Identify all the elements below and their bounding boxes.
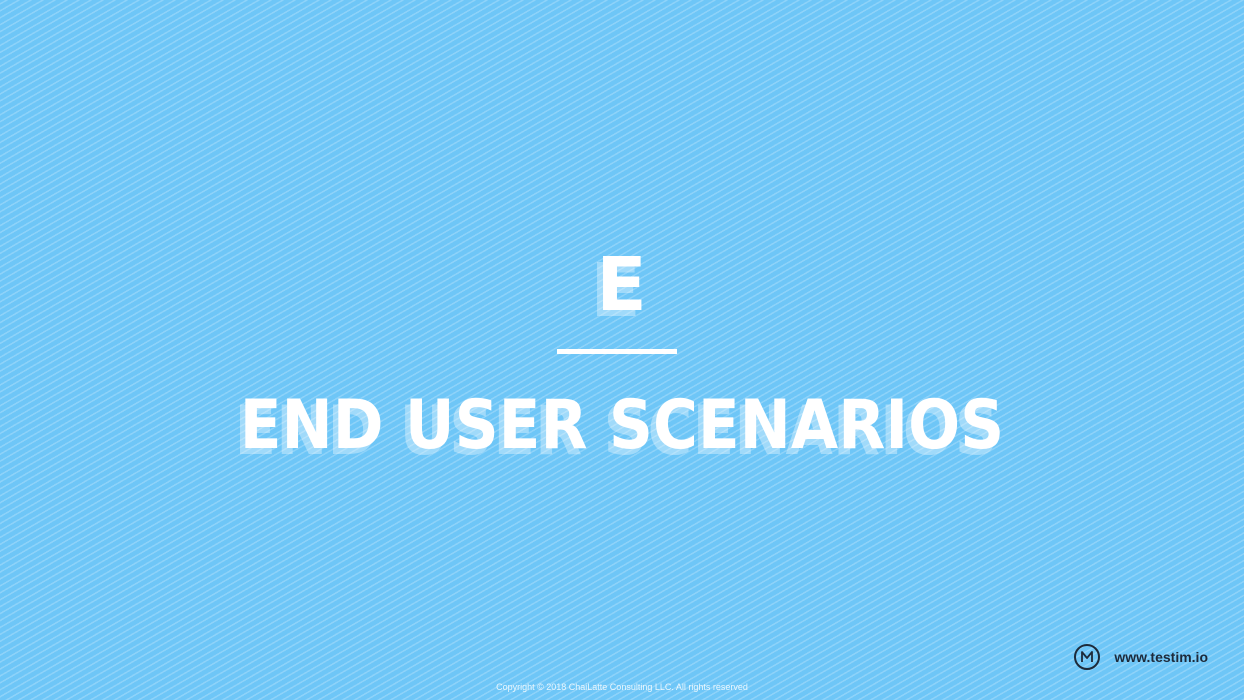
testim-logo-icon xyxy=(1074,644,1101,670)
divider xyxy=(557,349,677,354)
slide-title: END USER SCENARIOS xyxy=(239,386,1005,465)
brand-url[interactable]: www.testim.io xyxy=(1114,649,1208,665)
copyright-text: Copyright © 2018 ChaiLatte Consulting LL… xyxy=(496,682,748,692)
slide: E END USER SCENARIOS www.testim.io Copyr… xyxy=(0,0,1244,700)
section-letter: E xyxy=(596,242,648,328)
brand: www.testim.io xyxy=(1074,644,1208,670)
